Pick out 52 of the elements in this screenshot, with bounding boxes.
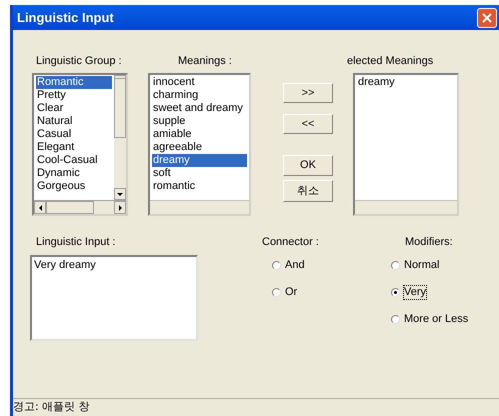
left-arrow-icon — [38, 204, 42, 210]
radio-label: And — [285, 258, 305, 272]
close-icon — [482, 12, 492, 22]
list-item[interactable]: supple — [152, 115, 247, 128]
ok-button[interactable]: OK — [283, 155, 333, 176]
list-box[interactable]: dreamy — [353, 73, 459, 216]
radio-label: Very — [404, 286, 426, 298]
list-item[interactable]: dreamy — [152, 154, 247, 167]
radio-label: Or — [285, 286, 298, 298]
list-item[interactable]: Elegant — [36, 141, 112, 154]
add-button[interactable]: >> — [283, 83, 333, 103]
list-item[interactable]: Cool-Casual — [36, 154, 112, 167]
list-item[interactable]: amiable — [152, 128, 247, 141]
down-arrow-icon — [117, 192, 123, 196]
list-box[interactable]: Romantic Pretty Clear Natural Casual Elegant Cool-Casual Dynamic Gorgeous — [32, 73, 128, 216]
list-item[interactable]: Casual — [36, 128, 112, 141]
radio-button[interactable] — [391, 314, 400, 324]
input-field[interactable]: Very dreamy — [30, 255, 198, 341]
remove-button[interactable]: << — [283, 114, 333, 134]
list-box[interactable]: innocent charming sweet and dreamy supple amiable agreeable dreamy soft romantic — [148, 73, 251, 216]
list-item[interactable]: Gorgeous — [36, 180, 112, 193]
list-item[interactable]: agreeable — [152, 141, 247, 154]
window-title: Linguistic Input — [17, 8, 114, 27]
modifiers-label: Modifiers: — [404, 235, 454, 250]
radio-button[interactable] — [391, 288, 400, 296]
meanings-label: Meanings : — [177, 54, 233, 69]
horizontal-scrollbar[interactable] — [34, 200, 126, 214]
radio-button[interactable] — [391, 260, 400, 270]
list-item[interactable]: dreamy — [357, 76, 455, 89]
status-text: 경고: 애플릿 창 — [13, 399, 90, 416]
radio-button[interactable] — [272, 260, 281, 270]
list-item[interactable]: innocent — [152, 76, 247, 89]
radio-label: More or Less — [404, 312, 468, 326]
list-item[interactable]: romantic — [152, 180, 247, 193]
radio-button[interactable] — [272, 288, 281, 296]
close-button[interactable] — [477, 8, 497, 28]
selected-meanings-label: elected Meanings — [347, 54, 434, 69]
list-item[interactable]: Natural — [36, 115, 112, 128]
vertical-scrollbar[interactable] — [114, 75, 126, 200]
group-label: Linguistic Group : — [35, 54, 123, 69]
list-item[interactable]: Pretty — [36, 89, 112, 102]
list-item[interactable]: soft — [152, 167, 247, 180]
list-item[interactable]: Clear — [36, 102, 112, 115]
list-item[interactable]: Romantic — [36, 76, 112, 89]
list-item[interactable]: sweet and dreamy — [152, 102, 247, 115]
cancel-button[interactable]: 취소 — [283, 180, 333, 202]
list-item[interactable]: charming — [152, 89, 247, 102]
input-label: Linguistic Input : — [35, 235, 116, 250]
radio-label: Normal — [404, 258, 440, 272]
right-arrow-icon — [118, 204, 122, 210]
list-item[interactable]: Dynamic — [36, 167, 112, 180]
connector-label: Connector : — [261, 235, 320, 250]
